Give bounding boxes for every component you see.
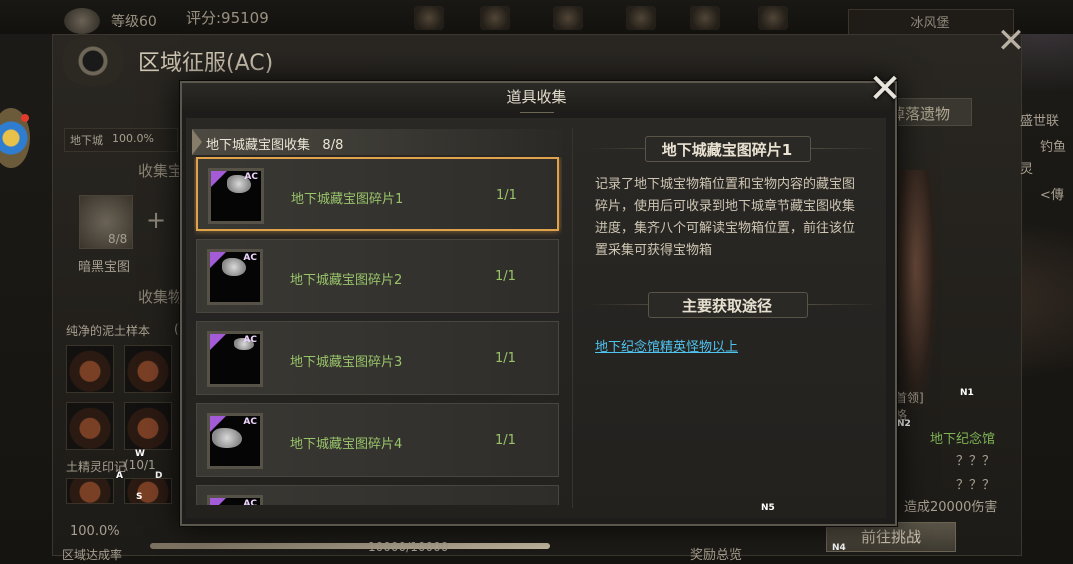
menu-icon-1[interactable]	[414, 6, 444, 30]
map-fragment-icon: AC	[207, 249, 263, 305]
menu-icon-3[interactable]	[553, 6, 583, 30]
reward-overview-label[interactable]: 奖励总览	[690, 544, 742, 563]
spirit-slot-1[interactable]	[66, 478, 114, 504]
key-a: A	[116, 471, 123, 481]
player-level: 等级60	[111, 14, 157, 30]
spirit-slot-2[interactable]	[124, 478, 172, 504]
damage-text: 造成20000伤害	[904, 500, 998, 515]
right-fragment-3: 灵	[1020, 162, 1034, 177]
menu-icon-6[interactable]	[758, 6, 788, 30]
sample-slot-1[interactable]	[66, 345, 114, 393]
notification-dot	[21, 114, 29, 122]
modal-title: 道具收集	[506, 88, 567, 106]
sample-bracket: (	[174, 322, 179, 336]
sample-label: 纯净的泥土样本	[66, 324, 151, 338]
player-score: 评分:95109	[186, 9, 269, 27]
region-progress-fill	[150, 543, 550, 549]
item-name: 地下城藏宝图碎片4	[290, 437, 403, 452]
city-name: 冰风堡	[910, 16, 950, 31]
map-name: 暗黑宝图	[78, 260, 131, 275]
list-item[interactable]: AC	[196, 485, 559, 505]
map-fragment-icon: AC	[207, 331, 263, 387]
sample-slot-3[interactable]	[66, 402, 114, 450]
collection-list[interactable]: AC 地下城藏宝图碎片1 1/1 AC 地下城藏宝图碎片2 1/1 AC 地下城…	[194, 157, 562, 505]
unknown-2: ？？？	[956, 478, 996, 493]
tag-n4: N4	[832, 543, 846, 553]
header-ornament-icon	[192, 129, 202, 155]
region-progress-percent: 100.0%	[70, 524, 120, 539]
item-count: 1/1	[495, 351, 516, 366]
right-fragment-5: 首领]	[895, 391, 924, 405]
region-emblem-icon	[58, 36, 128, 86]
plus-icon: +	[146, 206, 167, 234]
boss-figure	[893, 170, 937, 410]
dungeon-memorial-text: 地下纪念馆	[930, 432, 996, 447]
menu-icon-5[interactable]	[690, 6, 720, 30]
dungeon-label: 地下城	[70, 134, 103, 147]
detail-title: 地下城藏宝图碎片1	[661, 141, 793, 159]
region-progress-label: 区域达成率	[62, 548, 123, 562]
right-fragment-4: <傳	[1040, 188, 1064, 203]
list-item[interactable]: AC 地下城藏宝图碎片4 1/1	[196, 403, 559, 477]
sample-slot-4[interactable]	[124, 402, 172, 450]
menu-icon-2[interactable]	[480, 6, 510, 30]
right-fragment-2: 钓鱼	[1040, 140, 1067, 155]
right-fragment-1: 盛世联	[1020, 114, 1060, 129]
unknown-1: ？？？	[956, 454, 996, 469]
earth-spirit-count: (10/1	[124, 458, 156, 472]
item-name: 地下城藏宝图碎片1	[291, 192, 404, 207]
source-link[interactable]: 地下纪念馆精英怪物以上	[595, 336, 738, 355]
source-title: 主要获取途径	[681, 297, 772, 315]
region-title: 区域征服(AC)	[138, 51, 274, 76]
item-count: 1/1	[496, 188, 517, 203]
key-s: S	[136, 492, 143, 502]
title-ornament	[520, 106, 554, 113]
map-fragment-icon: AC	[207, 495, 263, 505]
avatar[interactable]	[64, 8, 100, 34]
collection-header-label: 地下城藏宝图收集 8/8	[206, 138, 344, 153]
tag-n1: N1	[960, 388, 974, 398]
map-fragment-icon: AC	[208, 168, 264, 224]
detail-description: 记录了地下城宝物箱位置和宝物内容的藏宝图碎片，使用后可收录到地下城章节藏宝图收集…	[595, 177, 856, 258]
collect-item-label: 收集物	[138, 288, 184, 306]
list-item[interactable]: AC 地下城藏宝图碎片3 1/1	[196, 321, 559, 395]
sample-slot-2[interactable]	[124, 345, 172, 393]
collect-treasure-label: 收集宝	[138, 162, 184, 180]
list-item[interactable]: AC 地下城藏宝图碎片2 1/1	[196, 239, 559, 313]
item-count: 1/1	[495, 269, 516, 284]
map-fragment-icon: AC	[207, 413, 263, 469]
modal-close-icon[interactable]: ✕	[868, 69, 902, 109]
key-d: D	[155, 471, 163, 481]
item-count: 1/1	[495, 433, 516, 448]
tag-n5: N5	[761, 503, 775, 513]
item-name: 地下城藏宝图碎片3	[290, 355, 403, 370]
region-progress-value: 10000/10000	[368, 540, 449, 554]
collection-progress: 8/8	[322, 138, 344, 153]
item-name: 地下城藏宝图碎片2	[290, 273, 403, 288]
tag-n2: N2	[897, 419, 911, 429]
region-close-icon[interactable]: ✕	[996, 24, 1026, 58]
detail-divider	[572, 128, 573, 508]
list-item[interactable]: AC 地下城藏宝图碎片1 1/1	[196, 157, 559, 231]
map-count: 8/8	[108, 232, 128, 246]
dungeon-percent: 100.0%	[112, 132, 154, 145]
key-w: W	[135, 449, 145, 459]
menu-icon-4[interactable]	[626, 6, 656, 30]
